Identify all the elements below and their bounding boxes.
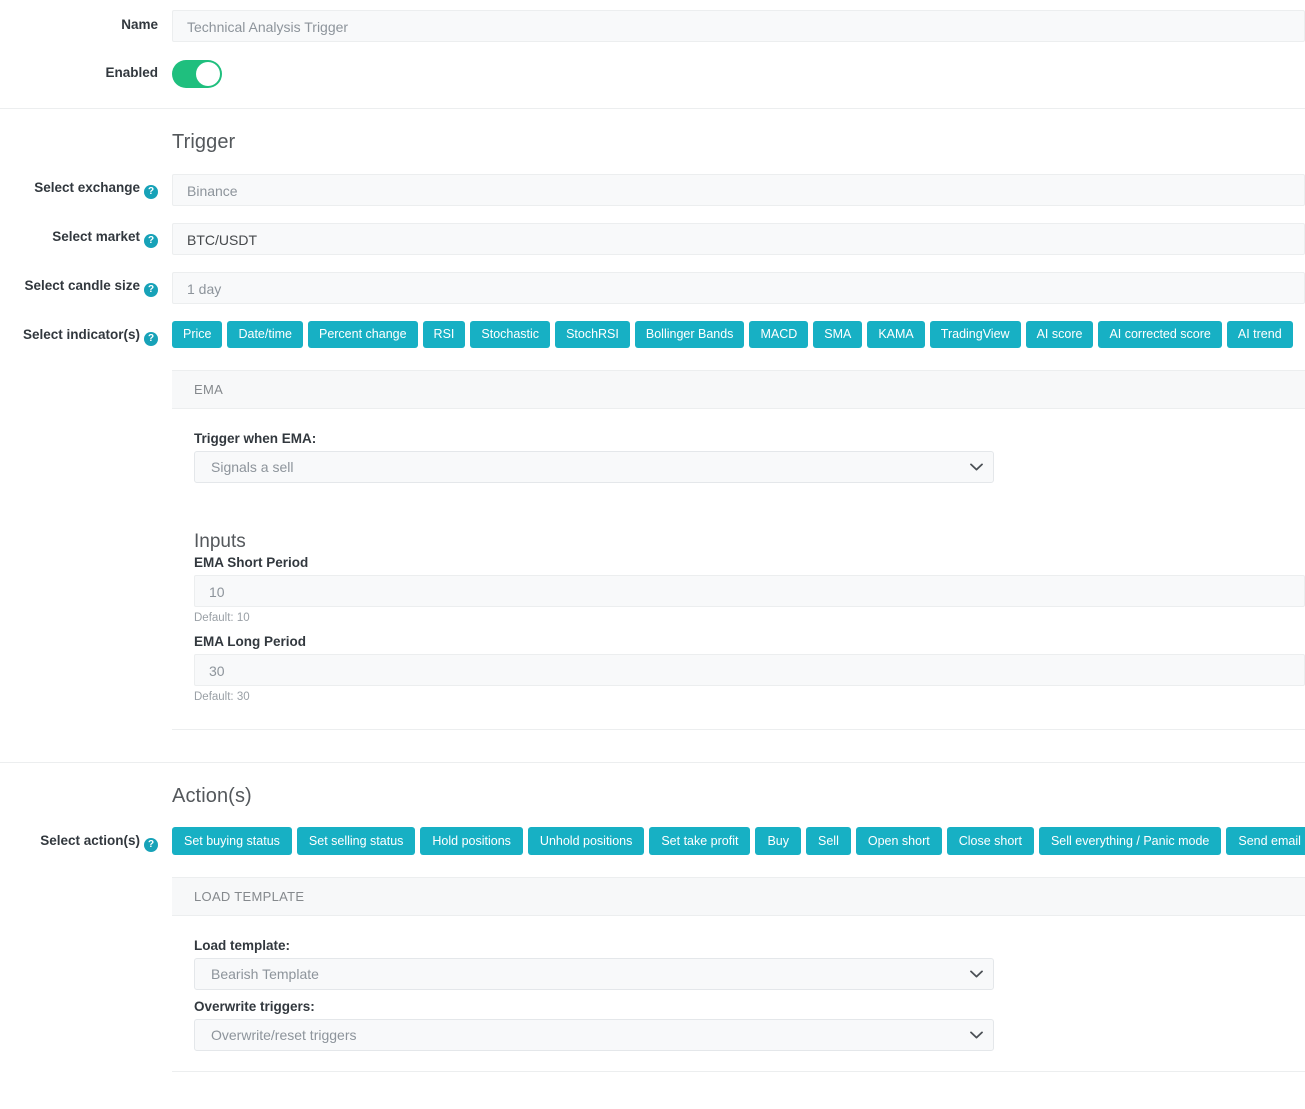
name-row: Name Technical Analysis Trigger [0,0,1305,42]
trigger-section-title: Trigger [172,131,236,153]
ema-inputs-group: EMA Short Period 10 Default: 10 EMA Long Pe… [194,555,1305,703]
overwrite-triggers-value: Overwrite/reset triggers [194,1019,994,1051]
indicator-button[interactable]: AI trend [1226,321,1293,348]
select-exchange-input[interactable]: Binance [172,174,1305,206]
indicator-button[interactable]: TradingView [929,321,1021,348]
select-indicators-label: Select indicator(s) [22,327,140,342]
select-indicators-row: Select indicator(s)? Price Date/time Perce… [0,321,1305,348]
action-button[interactable]: Unhold positions [527,827,645,855]
action-button[interactable]: Buy [755,827,802,855]
action-button-group: Set buying status Set selling status Hold … [172,827,1305,855]
enabled-row: Enabled [0,42,1305,108]
indicator-button-group: Price Date/time Percent change RSI Stochasti… [172,321,1305,348]
trigger-when-ema-select[interactable]: Signals a sell [194,451,994,483]
indicator-button[interactable]: StochRSI [555,321,630,348]
select-market-input[interactable]: BTC/USDT [172,223,1305,255]
load-template-panel: LOAD TEMPLATE Load template: Bearish Tem… [172,877,1305,1072]
action-button[interactable]: Sell [806,827,851,855]
select-exchange-row: Select exchange? Binance [0,174,1305,206]
help-icon-indicators[interactable]: ? [144,332,158,346]
ema-input-label: EMA Short Period [194,555,309,570]
select-candle-size-input[interactable]: 1 day [172,272,1305,304]
overwrite-triggers-select[interactable]: Overwrite/reset triggers [194,1019,994,1051]
indicator-button[interactable]: Stochastic [470,321,551,348]
select-candle-size-row: Select candle size? 1 day [0,272,1305,304]
indicator-button[interactable]: RSI [422,321,466,348]
select-market-row: Select market? BTC/USDT [0,223,1305,255]
action-button[interactable]: Set selling status [296,827,416,855]
overwrite-triggers-label: Overwrite triggers: [194,999,315,1014]
indicator-button[interactable]: AI score [1025,321,1094,348]
indicator-button[interactable]: Percent change [307,321,418,348]
actions-title-row: Action(s) [0,785,1305,808]
help-icon-actions[interactable]: ? [144,838,158,852]
ema-input-value[interactable]: 30 [194,654,1305,686]
load-template-label: Load template: [194,938,291,953]
help-icon-candle-size[interactable]: ? [144,283,158,297]
ema-panel-header: EMA [172,371,1305,409]
action-button[interactable]: Sell everything / Panic mode [1038,827,1222,855]
select-exchange-label: Select exchange [34,180,140,195]
trigger-when-ema-value: Signals a sell [194,451,994,483]
load-template-select[interactable]: Bearish Template [194,958,994,990]
select-market-label: Select market [52,229,140,244]
ema-input-field: EMA Short Period 10 Default: 10 [194,555,1305,624]
name-label: Name [121,17,158,32]
name-input[interactable]: Technical Analysis Trigger [172,10,1305,42]
ema-input-label: EMA Long Period [194,634,306,649]
trigger-title-row: Trigger [0,131,1305,154]
indicator-button[interactable]: SMA [813,321,863,348]
ema-panel: EMA Trigger when EMA: Signals a sell Inp… [172,370,1305,730]
action-button[interactable]: Hold positions [420,827,523,855]
help-icon-market[interactable]: ? [144,234,158,248]
indicator-button[interactable]: MACD [749,321,809,348]
select-actions-row: Select action(s)? Set buying status Set s… [0,827,1305,855]
indicator-button[interactable]: KAMA [867,321,925,348]
ema-input-field: EMA Long Period 30 Default: 30 [194,634,1305,703]
actions-section-title: Action(s) [172,785,252,807]
enabled-toggle[interactable] [172,60,222,88]
load-template-value: Bearish Template [194,958,994,990]
inputs-title: Inputs [194,531,246,552]
action-button[interactable]: Open short [855,827,942,855]
toggle-knob [196,62,220,86]
indicator-button[interactable]: Bollinger Bands [634,321,745,348]
ema-input-default-hint: Default: 10 [194,612,250,624]
indicator-button[interactable]: AI corrected score [1098,321,1222,348]
ema-input-value[interactable]: 10 [194,575,1305,607]
action-button[interactable]: Set take profit [649,827,751,855]
select-actions-label: Select action(s) [40,833,140,848]
action-button[interactable]: Close short [946,827,1034,855]
indicator-button[interactable]: Date/time [227,321,303,348]
trigger-when-ema-label: Trigger when EMA: [194,431,317,446]
action-button[interactable]: Set buying status [172,827,292,855]
enabled-label: Enabled [105,65,158,80]
help-icon-exchange[interactable]: ? [144,185,158,199]
select-candle-size-label: Select candle size [24,278,140,293]
action-button[interactable]: Send email [1226,827,1305,855]
ema-input-default-hint: Default: 30 [194,691,250,703]
load-template-panel-header: LOAD TEMPLATE [172,878,1305,916]
indicator-button[interactable]: Price [172,321,223,348]
